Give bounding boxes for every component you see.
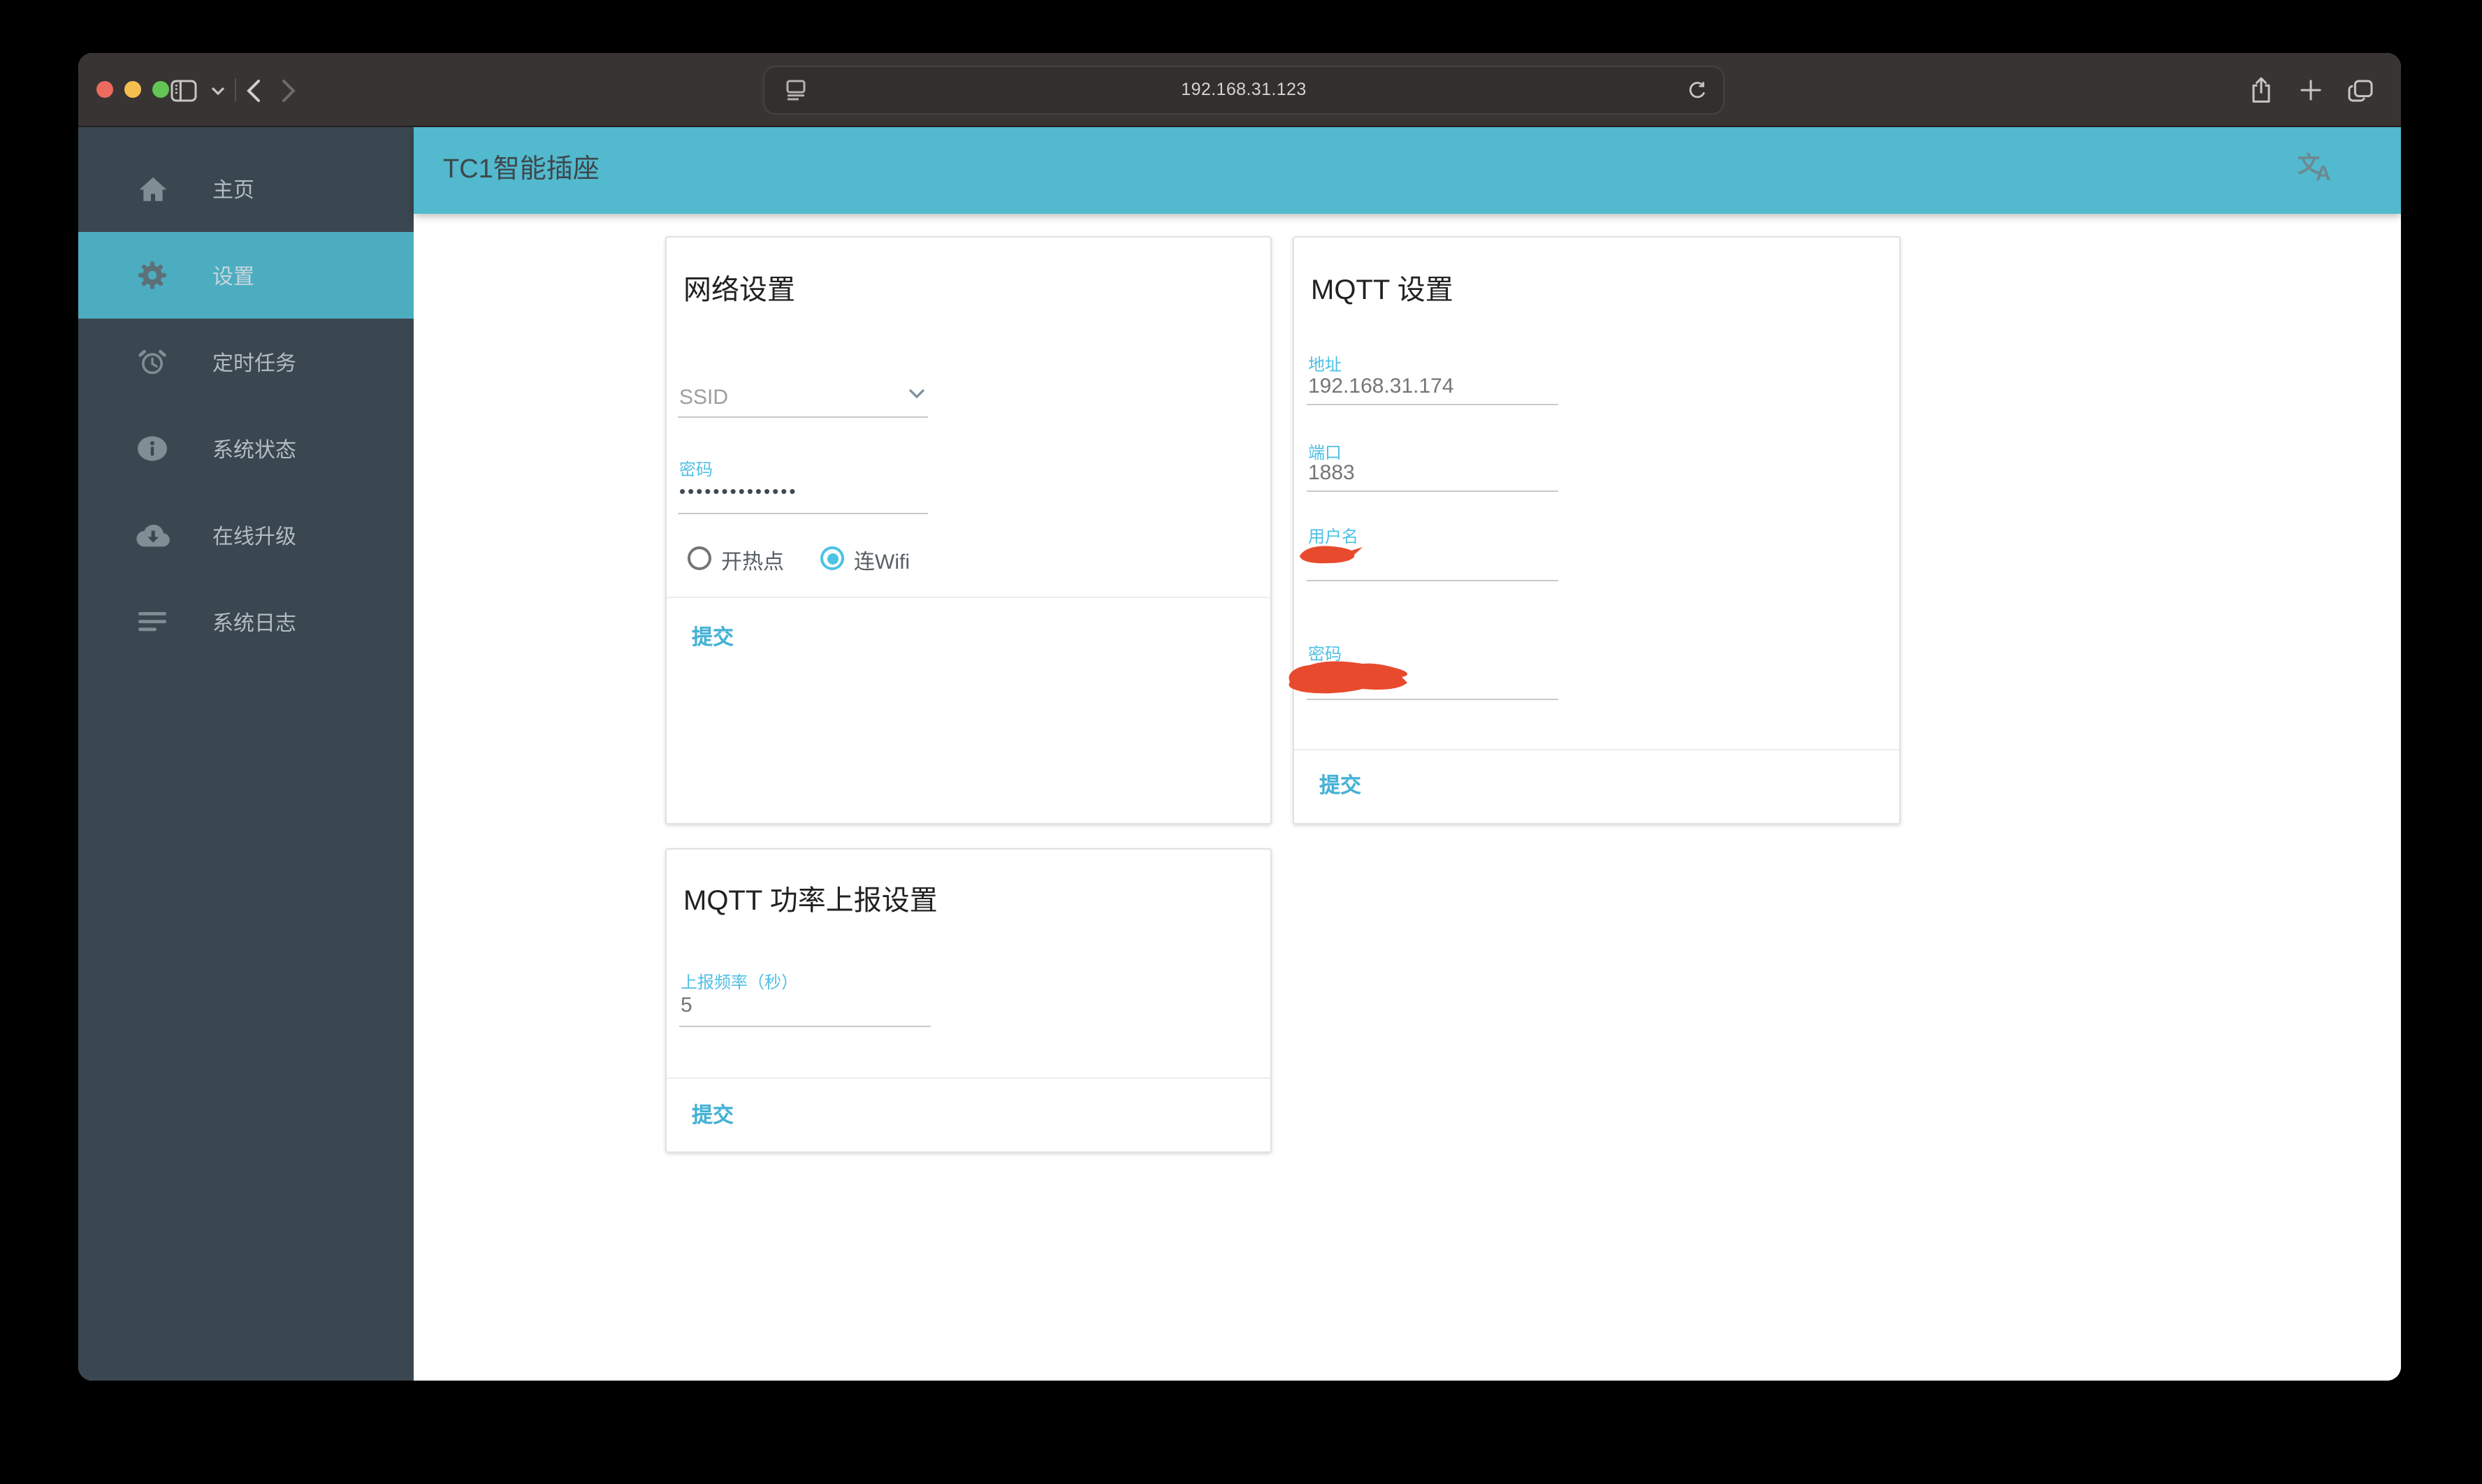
info-icon	[134, 435, 170, 463]
mqtt-settings-card: MQTT 设置 地址 192.168.31.174 端口 1883 用户名 密码	[1289, 236, 1901, 824]
power-report-card: MQTT 功率上报设置 上报频率（秒） 5 提交	[665, 848, 1272, 1153]
field-underline	[1307, 580, 1558, 581]
browser-toolbar: 192.168.31.123	[78, 53, 2401, 127]
field-underline	[1307, 699, 1558, 700]
power-report-submit-button[interactable]: 提交	[692, 1101, 734, 1132]
radio-hotspot[interactable]	[688, 546, 711, 570]
field-underline	[679, 1026, 931, 1027]
card-divider	[667, 1077, 1270, 1079]
report-frequency-label: 上报频率（秒）	[681, 973, 799, 992]
card-title: MQTT 功率上报设置	[683, 886, 938, 917]
sidebar-item-logs[interactable]: 系统日志	[78, 579, 414, 665]
back-button[interactable]	[245, 53, 261, 127]
sidebar-toggle-icon[interactable]	[168, 53, 198, 127]
mqtt-address-label: 地址	[1308, 355, 1342, 374]
radio-wifi[interactable]	[820, 546, 844, 570]
ssid-placeholder: SSID	[679, 386, 729, 409]
fullscreen-window-button[interactable]	[152, 81, 169, 98]
close-window-button[interactable]	[96, 81, 113, 98]
sidebar-nav: 主页 设置 定时任务 系统状态 在线升级 系统日志	[78, 127, 414, 1381]
log-lines-icon	[134, 612, 170, 632]
field-underline	[1307, 490, 1558, 492]
dropdown-chevron-icon	[908, 380, 925, 405]
desktop: 192.168.31.123 主页 设置 定时任务 系统状态 在线升级 系统日志…	[0, 0, 2482, 1484]
page: TC1智能插座 文 A 网络设置 SSID 密码 •••••••••••••• …	[414, 127, 2401, 1381]
mqtt-port-label: 端口	[1308, 443, 1342, 463]
sidebar-item-schedule[interactable]: 定时任务	[78, 319, 414, 405]
home-icon	[134, 175, 170, 202]
card-title: 网络设置	[683, 275, 795, 306]
new-tab-icon[interactable]	[2298, 53, 2323, 127]
translate-icon[interactable]: 文 A	[2298, 145, 2339, 193]
card-title: MQTT 设置	[1311, 275, 1453, 306]
radio-wifi-label[interactable]: 连Wifi	[854, 546, 910, 576]
field-underline	[678, 513, 928, 514]
mqtt-submit-button[interactable]: 提交	[1319, 771, 1361, 802]
sidebar-item-status[interactable]: 系统状态	[78, 405, 414, 492]
field-underline	[1307, 404, 1558, 405]
minimize-window-button[interactable]	[124, 81, 141, 98]
report-frequency-field[interactable]: 5	[681, 994, 692, 1017]
mqtt-address-field[interactable]: 192.168.31.174	[1308, 374, 1454, 398]
app-body: 主页 设置 定时任务 系统状态 在线升级 系统日志 TC1智能插座 文 A 网络…	[78, 127, 2401, 1381]
page-title: TC1智能插座	[443, 155, 600, 184]
sidebar-item-settings[interactable]: 设置	[78, 232, 414, 319]
sidebar-item-label: 定时任务	[212, 351, 297, 375]
card-divider	[667, 597, 1270, 598]
sidebar-item-home[interactable]: 主页	[78, 145, 414, 232]
ssid-select[interactable]: SSID	[678, 374, 928, 418]
refresh-icon[interactable]	[1684, 67, 1709, 113]
address-bar[interactable]: 192.168.31.123	[763, 66, 1725, 115]
content-area: 网络设置 SSID 密码 •••••••••••••• 开热点 连Wifi 提交…	[414, 214, 2401, 1381]
redaction-scribble	[1289, 661, 1408, 694]
chevron-down-icon[interactable]	[210, 53, 226, 127]
page-header: TC1智能插座 文 A	[414, 127, 2401, 214]
mqtt-port-field[interactable]: 1883	[1308, 461, 1355, 485]
browser-window: 192.168.31.123 主页 设置 定时任务 系统状态 在线升级 系统日志…	[78, 53, 2401, 1381]
sidebar-item-upgrade[interactable]: 在线升级	[78, 492, 414, 579]
redaction-scribble	[1300, 546, 1363, 564]
sidebar-item-label: 主页	[212, 178, 255, 202]
network-submit-button[interactable]: 提交	[692, 623, 734, 654]
gear-icon	[134, 260, 170, 291]
wifi-password-label: 密码	[679, 460, 713, 479]
toolbar-separator	[235, 78, 236, 102]
tab-overview-icon[interactable]	[2346, 53, 2374, 127]
network-settings-card: 网络设置 SSID 密码 •••••••••••••• 开热点 连Wifi 提交	[665, 236, 1272, 824]
sidebar-item-label: 系统状态	[212, 438, 297, 462]
url-text[interactable]: 192.168.31.123	[764, 67, 1723, 113]
cloud-download-icon	[134, 523, 170, 548]
radio-hotspot-label[interactable]: 开热点	[721, 546, 784, 576]
card-divider	[1294, 749, 1899, 750]
sidebar-item-label: 系统日志	[212, 611, 297, 635]
sidebar-item-label: 在线升级	[212, 525, 297, 548]
alarm-clock-icon	[134, 347, 170, 377]
page-format-icon[interactable]	[783, 67, 808, 113]
forward-button[interactable]	[281, 53, 298, 127]
sidebar-item-label: 设置	[212, 265, 255, 289]
wifi-password-field[interactable]: ••••••••••••••	[679, 481, 797, 502]
share-icon[interactable]	[2249, 53, 2274, 127]
